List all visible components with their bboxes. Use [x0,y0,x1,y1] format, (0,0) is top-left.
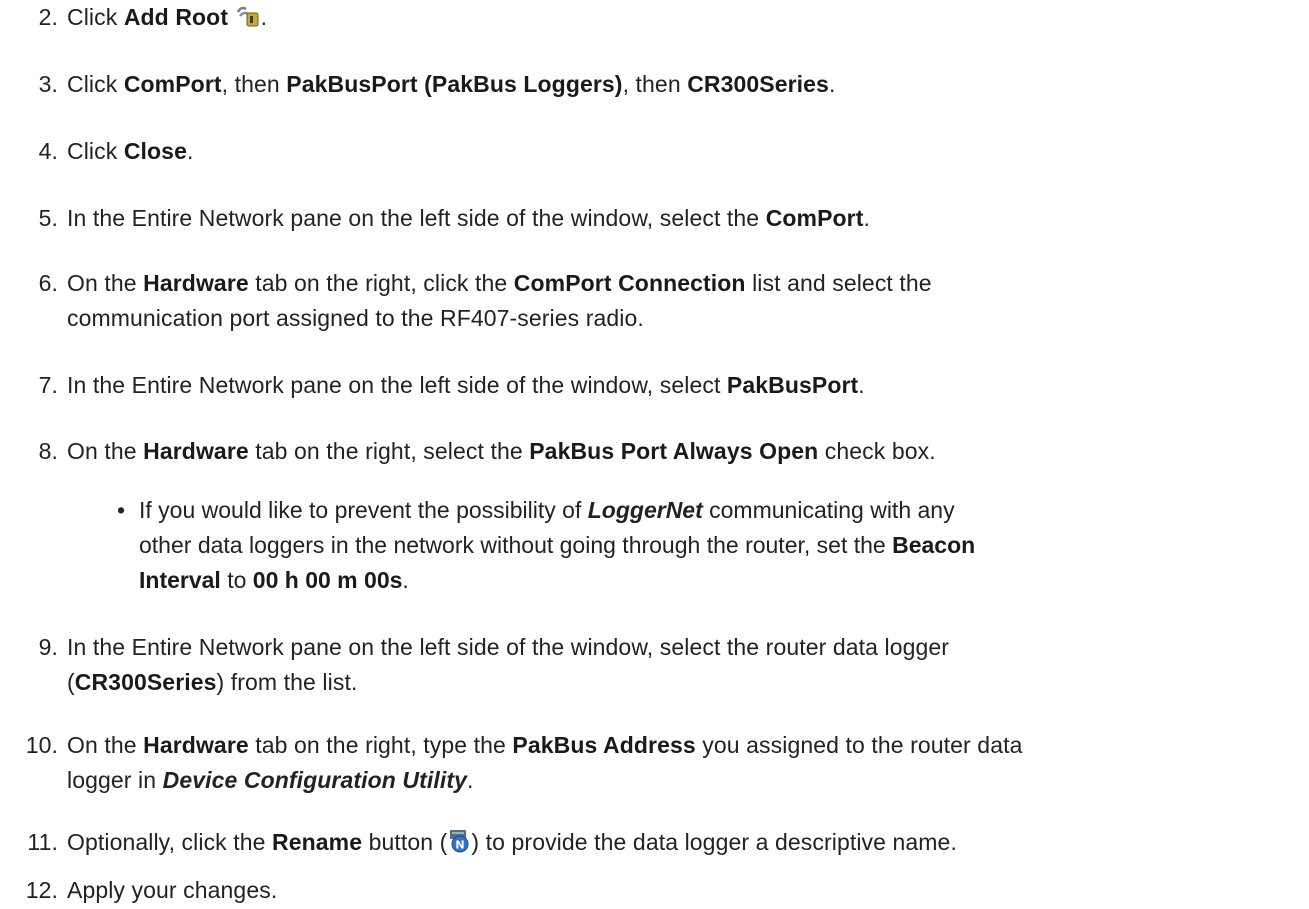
step-number: 3. [38,71,58,97]
step-number: 9. [38,634,58,660]
step-number: 7. [38,372,58,398]
ui-term: Add Root [123,4,229,30]
add-root-icon [235,3,261,38]
step-text: Click Add Root . [67,0,1297,38]
step-text: Optionally, click the Rename button ( N … [67,825,1297,863]
step-text: Apply your changes. [67,877,278,903]
step-text: On the Hardware tab on the right, click … [67,270,932,331]
rename-icon: N [447,828,471,863]
step-text: In the Entire Network pane on the left s… [67,634,950,695]
step-text: Click ComPort, then PakBusPort (PakBus L… [67,71,836,97]
product-name: LoggerNet [587,497,703,523]
step-number: 10. [25,732,58,758]
step-number: 6. [38,270,58,296]
step-text: Click Close. [67,138,194,164]
step-text: On the Hardware tab on the right, type t… [67,732,1023,793]
step-number: 5. [38,205,58,231]
bullet-text: If you would like to prevent the possibi… [139,497,976,593]
step-number: 2. [38,4,58,30]
step-text: On the Hardware tab on the right, select… [67,438,936,464]
step-number: 12. [25,877,58,903]
step-text: In the Entire Network pane on the left s… [67,205,870,231]
utility-name: Device Configuration Utility [162,767,468,793]
instruction-list: 2. Click Add Root . 3. Click ComPort, th… [0,0,1309,909]
step-number: 11. [27,829,58,855]
step-text: In the Entire Network pane on the left s… [67,372,865,398]
step-number: 4. [38,138,58,164]
svg-text:N: N [456,839,465,852]
bullet-dot: • [117,497,126,523]
step-number: 8. [38,438,58,464]
